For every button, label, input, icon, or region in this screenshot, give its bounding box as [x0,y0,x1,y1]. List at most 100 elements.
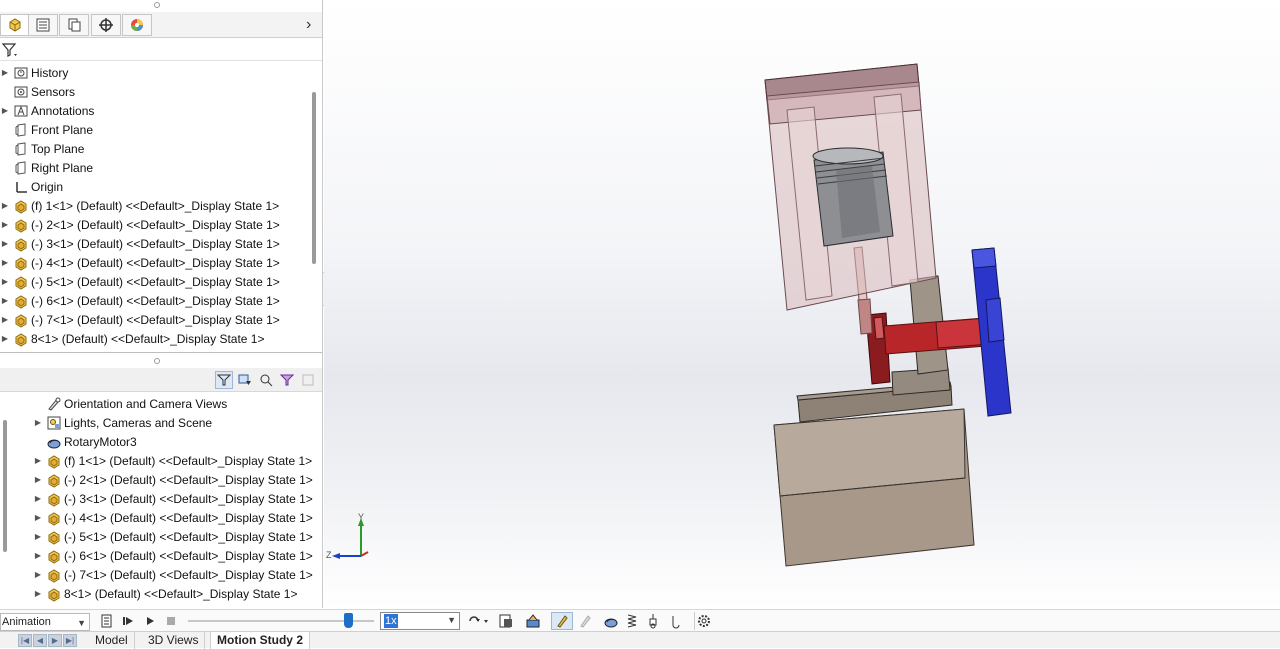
tree-item[interactable]: ▶ (-) 2<1> (Default) <<Default>_Display S… [0,215,280,234]
filter-animated-button[interactable] [215,371,233,389]
study-type-select[interactable]: Animation ▼ [0,613,90,631]
tree-item[interactable]: ▶ (-) 6<1> (Default) <<Default>_Display S… [33,546,313,565]
tree-item[interactable]: RotaryMotor3 [33,432,137,451]
tree-item[interactable]: ▶ 8<1> (Default) <<Default>_Display State… [0,329,264,348]
panel-splitter-grip[interactable] [154,358,160,364]
motion-study-properties-button[interactable] [694,612,712,630]
motion-manager-toolbar [0,368,322,392]
autokey-button[interactable] [551,612,573,630]
expand-caret-icon[interactable]: ▶ [0,220,10,229]
tree-item[interactable]: ▶ (-) 6<1> (Default) <<Default>_Display S… [0,291,280,310]
filter-results-button[interactable] [278,371,296,389]
tree-item-label: History [31,65,69,80]
filter-disabled-button[interactable] [299,371,317,389]
tree-item[interactable]: Front Plane [0,120,93,139]
motor-button[interactable] [602,612,620,630]
playback-mode-button[interactable] [465,612,491,630]
expand-caret-icon[interactable]: ▶ [0,201,10,210]
tab-motion-study[interactable]: Motion Study 2 [210,632,310,649]
feature-tree-scrollbar[interactable] [312,92,316,264]
triad-y-label: Y [358,512,365,522]
filter-selected-button[interactable] [257,371,275,389]
expand-caret-icon[interactable]: ▶ [33,513,43,522]
expand-caret-icon[interactable]: ▶ [33,494,43,503]
play-button[interactable] [143,612,157,630]
expand-caret-icon[interactable]: ▶ [0,277,10,286]
tree-item-label: (-) 4<1> (Default) <<Default>_Display St… [31,255,280,270]
save-animation-button[interactable] [497,612,515,630]
tree-item[interactable]: ▶ (-) 7<1> (Default) <<Default>_Display S… [0,310,280,329]
motion-tree-scrollbar[interactable] [3,420,7,552]
expand-caret-icon[interactable]: ▶ [0,296,10,305]
base-block[interactable] [773,408,975,567]
tab-model[interactable]: Model [89,632,135,649]
property-list-icon [36,18,50,32]
tab-last-button[interactable]: ▶| [63,634,77,647]
tree-item[interactable]: ▶ 8<1> (Default) <<Default>_Display State… [33,584,297,603]
part-icon [13,293,29,309]
tab-3d-views[interactable]: 3D Views [142,632,206,649]
tree-item[interactable]: Origin [0,177,63,196]
tree-item[interactable]: ▶ (-) 3<1> (Default) <<Default>_Display S… [33,489,313,508]
assembly-model[interactable] [324,0,1280,608]
graphics-viewport[interactable]: Y Z [324,0,1280,608]
tree-item[interactable]: ▶ (f) 1<1> (Default) <<Default>_Display S… [33,451,312,470]
calculate-button[interactable] [99,612,115,630]
propertymanager-tab[interactable] [28,14,58,36]
part-icon [13,331,29,347]
display-manager-tab[interactable] [122,14,152,36]
expand-caret-icon[interactable]: ▶ [33,589,43,598]
expand-caret-icon[interactable]: ▶ [33,551,43,560]
panel-splitter-grip[interactable] [154,2,160,8]
play-from-start-button[interactable] [121,612,135,630]
tree-item[interactable]: ▶ Lights, Cameras and Scene [33,413,212,432]
playback-speed-select[interactable]: 1x ▼ [380,612,460,630]
tree-item[interactable]: ▶ Annotations [0,101,94,120]
featuremanager-tab[interactable] [0,14,30,36]
tab-first-button[interactable]: |◀ [18,634,32,647]
expand-caret-icon[interactable]: ▶ [33,418,43,427]
expand-caret-icon[interactable]: ▶ [0,106,10,115]
panel-divider[interactable] [0,352,322,366]
animation-wizard-button[interactable] [524,612,542,630]
tab-prev-button[interactable]: ◀ [33,634,47,647]
configurationmanager-tab[interactable] [59,14,89,36]
tree-item[interactable]: ▶ (-) 4<1> (Default) <<Default>_Display S… [33,508,313,527]
dimxpert-tab[interactable] [91,14,121,36]
expand-caret-icon[interactable]: ▶ [33,570,43,579]
filter-driving-button[interactable] [236,371,254,389]
expand-caret-icon[interactable]: ▶ [0,239,10,248]
spring-button[interactable] [624,612,640,630]
tree-item[interactable]: ▶ (-) 2<1> (Default) <<Default>_Display S… [33,470,313,489]
tree-item[interactable]: Right Plane [0,158,93,177]
tree-item[interactable]: ▶ History [0,63,68,82]
piston[interactable] [812,147,894,247]
tree-item[interactable]: Orientation and Camera Views [33,394,227,413]
expand-caret-icon[interactable]: ▶ [0,258,10,267]
chevron-right-icon[interactable]: › [306,16,311,34]
tab-next-button[interactable]: ▶ [48,634,62,647]
contact-button[interactable] [667,612,683,630]
expand-caret-icon[interactable]: ▶ [0,68,10,77]
tree-item[interactable]: ▶ (f) 1<1> (Default) <<Default>_Display S… [0,196,279,215]
add-key-button[interactable] [576,612,594,630]
tree-item[interactable]: ▶ (-) 4<1> (Default) <<Default>_Display S… [0,253,280,272]
expand-caret-icon[interactable]: ▶ [33,475,43,484]
tree-item-label: (-) 2<1> (Default) <<Default>_Display St… [64,472,313,487]
tree-item[interactable]: ▶ (-) 5<1> (Default) <<Default>_Display S… [33,527,313,546]
tree-item[interactable]: Top Plane [0,139,84,158]
tree-item-label: Origin [31,179,64,194]
damper-button[interactable] [645,612,661,630]
tree-item[interactable]: ▶ (-) 5<1> (Default) <<Default>_Display S… [0,272,280,291]
stop-button[interactable] [164,612,178,630]
playback-slider-thumb[interactable] [343,613,353,628]
tree-item[interactable]: ▶ (-) 3<1> (Default) <<Default>_Display S… [0,234,280,253]
tree-item-label: Right Plane [31,160,94,175]
expand-caret-icon[interactable]: ▶ [33,456,43,465]
expand-caret-icon[interactable]: ▶ [0,315,10,324]
tree-item[interactable]: Sensors [0,82,75,101]
tree-item[interactable]: ▶ (-) 7<1> (Default) <<Default>_Display S… [33,565,313,584]
expand-caret-icon[interactable]: ▶ [0,334,10,343]
filter-icon[interactable] [2,42,18,58]
expand-caret-icon[interactable]: ▶ [33,532,43,541]
